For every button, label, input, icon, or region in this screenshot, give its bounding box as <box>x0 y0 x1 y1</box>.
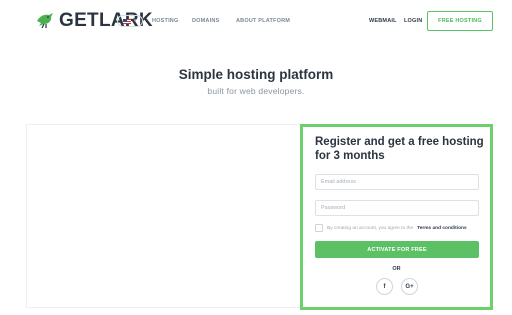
terms-link[interactable]: Terms and conditions <box>417 226 466 231</box>
terms-consent: By creating an account, you agree to the… <box>315 224 467 232</box>
facebook-icon: f <box>383 283 386 290</box>
register-card: Register and get a free hosting for 3 mo… <box>300 124 493 310</box>
lark-bird-icon <box>37 13 53 29</box>
content-panel <box>26 124 300 308</box>
activate-button[interactable]: ACTIVATE FOR FREE <box>315 241 479 258</box>
nav-about-platform[interactable]: ABOUT PLATFORM <box>236 18 290 24</box>
webmail-link[interactable]: WEBMAIL <box>369 18 397 24</box>
email-field[interactable] <box>315 174 479 190</box>
google-plus-icon: G+ <box>405 283 414 290</box>
register-title: Register and get a free hosting for 3 mo… <box>315 136 484 162</box>
us-flag-icon <box>122 18 131 24</box>
language-selector[interactable]: ▼ <box>117 15 143 27</box>
hero-subtitle: built for web developers. <box>207 86 305 96</box>
facebook-button[interactable]: f <box>376 278 393 295</box>
hero-title: Simple hosting platform <box>178 67 334 82</box>
free-hosting-button[interactable]: FREE HOSTING <box>427 11 493 31</box>
nav-domains[interactable]: DOMAINS <box>192 18 219 24</box>
login-link[interactable]: LOGIN <box>404 18 422 24</box>
terms-checkbox[interactable] <box>315 224 323 232</box>
nav-hosting[interactable]: HOSTING <box>152 18 178 24</box>
or-separator: OR <box>392 266 401 272</box>
terms-text: By creating an account, you agree to the <box>327 225 414 231</box>
password-field[interactable] <box>315 200 479 216</box>
chevron-down-icon: ▼ <box>132 17 138 24</box>
site-header: GETLARK ▼ HOSTING DOMAINS ABOUT PLATFORM… <box>0 0 512 42</box>
google-plus-button[interactable]: G+ <box>401 278 418 295</box>
